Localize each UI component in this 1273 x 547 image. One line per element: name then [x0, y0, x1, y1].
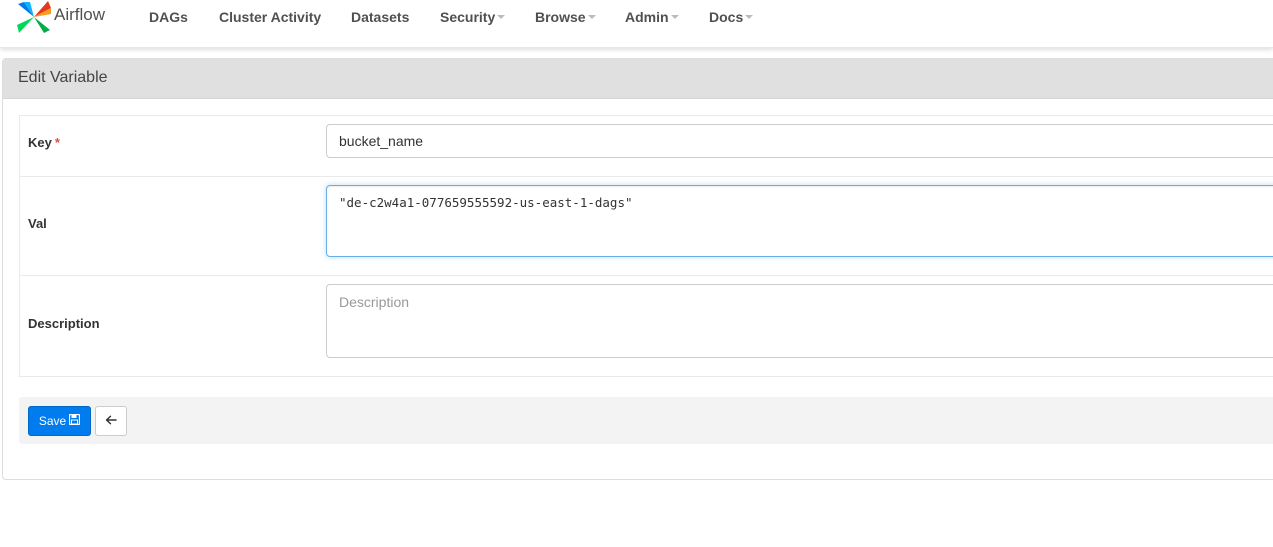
caret-down-icon [745, 15, 754, 20]
panel-title: Edit Variable [3, 59, 1273, 99]
floppy-disk-icon [69, 413, 81, 428]
key-label: Key * [28, 135, 60, 150]
airflow-logo-icon [16, 0, 52, 34]
form-row-key: Key * bucket_name [20, 116, 1273, 176]
variable-form: Key * bucket_name Val "de-c2w4a1-07765955… [19, 115, 1273, 377]
nav-datasets-label: Datasets [351, 9, 410, 25]
arrow-left-icon [105, 412, 117, 430]
nav-browse-dropdown[interactable]: Browse [535, 9, 596, 25]
form-row-description: Description Description [20, 275, 1273, 376]
brand-link[interactable]: Airflow [16, 0, 105, 34]
required-marker: * [54, 135, 60, 150]
description-label: Description [28, 316, 100, 331]
nav-dags-label: DAGs [149, 9, 188, 25]
nav-cluster-activity-label: Cluster Activity [219, 9, 322, 25]
nav-datasets[interactable]: Datasets [351, 9, 409, 25]
caret-down-icon [670, 15, 679, 20]
val-label: Val [28, 216, 47, 231]
back-button[interactable] [95, 406, 127, 436]
nav-dags[interactable]: DAGs [149, 9, 188, 25]
top-navbar: Airflow DAGs Cluster Activity Datasets S… [0, 0, 1273, 48]
nav-admin-label: Admin [625, 9, 669, 25]
caret-down-icon [497, 15, 506, 20]
edit-variable-panel: Edit Variable Key * bucket_name Val "de-c… [2, 58, 1273, 480]
form-row-val: Val "de-c2w4a1-077659555592-us-east-1-da… [20, 176, 1273, 275]
nav-cluster-activity[interactable]: Cluster Activity [219, 9, 321, 25]
brand-name: Airflow [54, 5, 106, 24]
nav-security-label: Security [440, 9, 496, 25]
form-actions: Save [19, 397, 1273, 444]
key-label-text: Key [28, 135, 52, 150]
nav-docs-dropdown[interactable]: Docs [709, 9, 754, 25]
save-button-label: Save [38, 414, 67, 428]
nav-browse-label: Browse [535, 9, 586, 25]
description-placeholder: Description [339, 294, 410, 310]
nav-security-dropdown[interactable]: Security [440, 9, 506, 25]
description-textarea[interactable]: Description [326, 284, 1273, 358]
val-textarea[interactable]: "de-c2w4a1-077659555592-us-east-1-dags" [326, 185, 1273, 257]
caret-down-icon [587, 15, 596, 20]
save-button[interactable]: Save [28, 406, 91, 436]
key-input[interactable]: bucket_name [326, 124, 1273, 158]
nav-admin-dropdown[interactable]: Admin [625, 9, 679, 25]
nav-docs-label: Docs [709, 9, 744, 25]
